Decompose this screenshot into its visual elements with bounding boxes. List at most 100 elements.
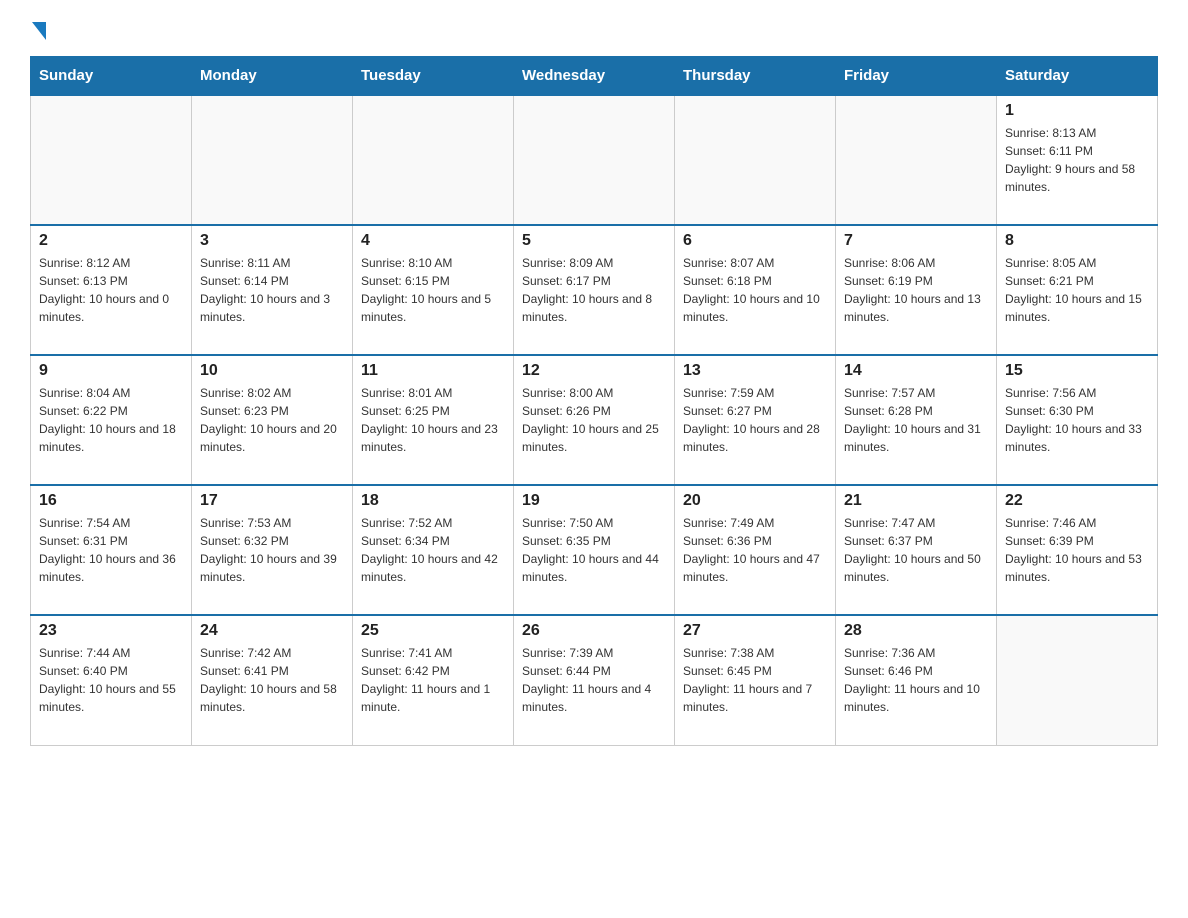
calendar-day-cell: 23 Sunrise: 7:44 AM Sunset: 6:40 PM Dayli…	[31, 615, 192, 745]
day-info: Sunrise: 7:36 AM Sunset: 6:46 PM Dayligh…	[844, 644, 988, 716]
logo-triangle-icon	[32, 22, 46, 40]
day-info: Sunrise: 8:10 AM Sunset: 6:15 PM Dayligh…	[361, 254, 505, 326]
calendar-day-cell: 10 Sunrise: 8:02 AM Sunset: 6:23 PM Dayli…	[192, 355, 353, 485]
day-number: 1	[1005, 102, 1149, 120]
day-info: Sunrise: 7:38 AM Sunset: 6:45 PM Dayligh…	[683, 644, 827, 716]
page-header	[30, 20, 1158, 40]
day-info: Sunrise: 8:00 AM Sunset: 6:26 PM Dayligh…	[522, 384, 666, 456]
calendar-day-cell: 8 Sunrise: 8:05 AM Sunset: 6:21 PM Daylig…	[997, 225, 1158, 355]
calendar-week-row: 1 Sunrise: 8:13 AM Sunset: 6:11 PM Daylig…	[31, 95, 1158, 225]
day-info: Sunrise: 8:02 AM Sunset: 6:23 PM Dayligh…	[200, 384, 344, 456]
day-number: 9	[39, 362, 183, 380]
calendar-day-cell: 16 Sunrise: 7:54 AM Sunset: 6:31 PM Dayli…	[31, 485, 192, 615]
calendar-header: SundayMondayTuesdayWednesdayThursdayFrid…	[31, 57, 1158, 96]
calendar-day-cell	[514, 95, 675, 225]
day-number: 3	[200, 232, 344, 250]
day-number: 2	[39, 232, 183, 250]
day-number: 21	[844, 492, 988, 510]
day-info: Sunrise: 8:05 AM Sunset: 6:21 PM Dayligh…	[1005, 254, 1149, 326]
day-number: 24	[200, 622, 344, 640]
weekday-header-monday: Monday	[192, 57, 353, 96]
day-info: Sunrise: 7:41 AM Sunset: 6:42 PM Dayligh…	[361, 644, 505, 716]
day-info: Sunrise: 8:12 AM Sunset: 6:13 PM Dayligh…	[39, 254, 183, 326]
calendar-day-cell: 18 Sunrise: 7:52 AM Sunset: 6:34 PM Dayli…	[353, 485, 514, 615]
day-info: Sunrise: 8:04 AM Sunset: 6:22 PM Dayligh…	[39, 384, 183, 456]
day-number: 27	[683, 622, 827, 640]
day-number: 26	[522, 622, 666, 640]
day-number: 14	[844, 362, 988, 380]
calendar-day-cell: 27 Sunrise: 7:38 AM Sunset: 6:45 PM Dayli…	[675, 615, 836, 745]
weekday-header-tuesday: Tuesday	[353, 57, 514, 96]
calendar-week-row: 16 Sunrise: 7:54 AM Sunset: 6:31 PM Dayli…	[31, 485, 1158, 615]
day-info: Sunrise: 7:47 AM Sunset: 6:37 PM Dayligh…	[844, 514, 988, 586]
calendar-day-cell: 3 Sunrise: 8:11 AM Sunset: 6:14 PM Daylig…	[192, 225, 353, 355]
day-number: 11	[361, 362, 505, 380]
day-number: 25	[361, 622, 505, 640]
calendar-week-row: 23 Sunrise: 7:44 AM Sunset: 6:40 PM Dayli…	[31, 615, 1158, 745]
calendar-table: SundayMondayTuesdayWednesdayThursdayFrid…	[30, 56, 1158, 746]
calendar-day-cell	[192, 95, 353, 225]
day-number: 13	[683, 362, 827, 380]
day-info: Sunrise: 8:09 AM Sunset: 6:17 PM Dayligh…	[522, 254, 666, 326]
day-number: 12	[522, 362, 666, 380]
calendar-day-cell: 1 Sunrise: 8:13 AM Sunset: 6:11 PM Daylig…	[997, 95, 1158, 225]
day-number: 7	[844, 232, 988, 250]
day-number: 10	[200, 362, 344, 380]
day-info: Sunrise: 8:11 AM Sunset: 6:14 PM Dayligh…	[200, 254, 344, 326]
calendar-day-cell	[675, 95, 836, 225]
weekday-header-wednesday: Wednesday	[514, 57, 675, 96]
calendar-day-cell: 17Sunrise: 7:53 AM Sunset: 6:32 PM Dayli…	[192, 485, 353, 615]
calendar-day-cell: 7Sunrise: 8:06 AM Sunset: 6:19 PM Daylig…	[836, 225, 997, 355]
calendar-day-cell: 24 Sunrise: 7:42 AM Sunset: 6:41 PM Dayli…	[192, 615, 353, 745]
calendar-day-cell	[997, 615, 1158, 745]
calendar-body: 1 Sunrise: 8:13 AM Sunset: 6:11 PM Daylig…	[31, 95, 1158, 745]
day-info: Sunrise: 7:53 AM Sunset: 6:32 PM Dayligh…	[200, 514, 344, 586]
day-info: Sunrise: 7:56 AM Sunset: 6:30 PM Dayligh…	[1005, 384, 1149, 456]
calendar-week-row: 2 Sunrise: 8:12 AM Sunset: 6:13 PM Daylig…	[31, 225, 1158, 355]
calendar-day-cell: 28 Sunrise: 7:36 AM Sunset: 6:46 PM Dayli…	[836, 615, 997, 745]
day-info: Sunrise: 7:44 AM Sunset: 6:40 PM Dayligh…	[39, 644, 183, 716]
calendar-day-cell: 5 Sunrise: 8:09 AM Sunset: 6:17 PM Daylig…	[514, 225, 675, 355]
day-info: Sunrise: 7:46 AM Sunset: 6:39 PM Dayligh…	[1005, 514, 1149, 586]
day-number: 8	[1005, 232, 1149, 250]
day-info: Sunrise: 7:59 AM Sunset: 6:27 PM Dayligh…	[683, 384, 827, 456]
day-info: Sunrise: 7:52 AM Sunset: 6:34 PM Dayligh…	[361, 514, 505, 586]
day-number: 28	[844, 622, 988, 640]
day-info: Sunrise: 8:01 AM Sunset: 6:25 PM Dayligh…	[361, 384, 505, 456]
day-info: Sunrise: 7:49 AM Sunset: 6:36 PM Dayligh…	[683, 514, 827, 586]
calendar-day-cell: 9 Sunrise: 8:04 AM Sunset: 6:22 PM Daylig…	[31, 355, 192, 485]
calendar-day-cell: 6Sunrise: 8:07 AM Sunset: 6:18 PM Daylig…	[675, 225, 836, 355]
day-number: 18	[361, 492, 505, 510]
day-info: Sunrise: 8:13 AM Sunset: 6:11 PM Dayligh…	[1005, 124, 1149, 196]
calendar-day-cell: 4 Sunrise: 8:10 AM Sunset: 6:15 PM Daylig…	[353, 225, 514, 355]
weekday-header-thursday: Thursday	[675, 57, 836, 96]
day-number: 20	[683, 492, 827, 510]
calendar-day-cell: 21 Sunrise: 7:47 AM Sunset: 6:37 PM Dayli…	[836, 485, 997, 615]
calendar-day-cell: 15Sunrise: 7:56 AM Sunset: 6:30 PM Dayli…	[997, 355, 1158, 485]
day-number: 23	[39, 622, 183, 640]
calendar-day-cell	[31, 95, 192, 225]
calendar-day-cell: 11 Sunrise: 8:01 AM Sunset: 6:25 PM Dayli…	[353, 355, 514, 485]
day-number: 4	[361, 232, 505, 250]
day-number: 16	[39, 492, 183, 510]
day-info: Sunrise: 8:07 AM Sunset: 6:18 PM Dayligh…	[683, 254, 827, 326]
calendar-day-cell: 19Sunrise: 7:50 AM Sunset: 6:35 PM Dayli…	[514, 485, 675, 615]
day-number: 5	[522, 232, 666, 250]
day-info: Sunrise: 7:50 AM Sunset: 6:35 PM Dayligh…	[522, 514, 666, 586]
logo	[30, 20, 46, 40]
calendar-day-cell	[836, 95, 997, 225]
calendar-day-cell: 20 Sunrise: 7:49 AM Sunset: 6:36 PM Dayli…	[675, 485, 836, 615]
day-number: 22	[1005, 492, 1149, 510]
calendar-day-cell: 22 Sunrise: 7:46 AM Sunset: 6:39 PM Dayli…	[997, 485, 1158, 615]
calendar-day-cell: 2 Sunrise: 8:12 AM Sunset: 6:13 PM Daylig…	[31, 225, 192, 355]
day-info: Sunrise: 7:54 AM Sunset: 6:31 PM Dayligh…	[39, 514, 183, 586]
calendar-day-cell: 14 Sunrise: 7:57 AM Sunset: 6:28 PM Dayli…	[836, 355, 997, 485]
calendar-week-row: 9 Sunrise: 8:04 AM Sunset: 6:22 PM Daylig…	[31, 355, 1158, 485]
calendar-day-cell: 26Sunrise: 7:39 AM Sunset: 6:44 PM Dayli…	[514, 615, 675, 745]
weekday-header-saturday: Saturday	[997, 57, 1158, 96]
weekday-header-sunday: Sunday	[31, 57, 192, 96]
calendar-day-cell: 13 Sunrise: 7:59 AM Sunset: 6:27 PM Dayli…	[675, 355, 836, 485]
weekday-header-row: SundayMondayTuesdayWednesdayThursdayFrid…	[31, 57, 1158, 96]
day-info: Sunrise: 7:42 AM Sunset: 6:41 PM Dayligh…	[200, 644, 344, 716]
day-info: Sunrise: 7:57 AM Sunset: 6:28 PM Dayligh…	[844, 384, 988, 456]
